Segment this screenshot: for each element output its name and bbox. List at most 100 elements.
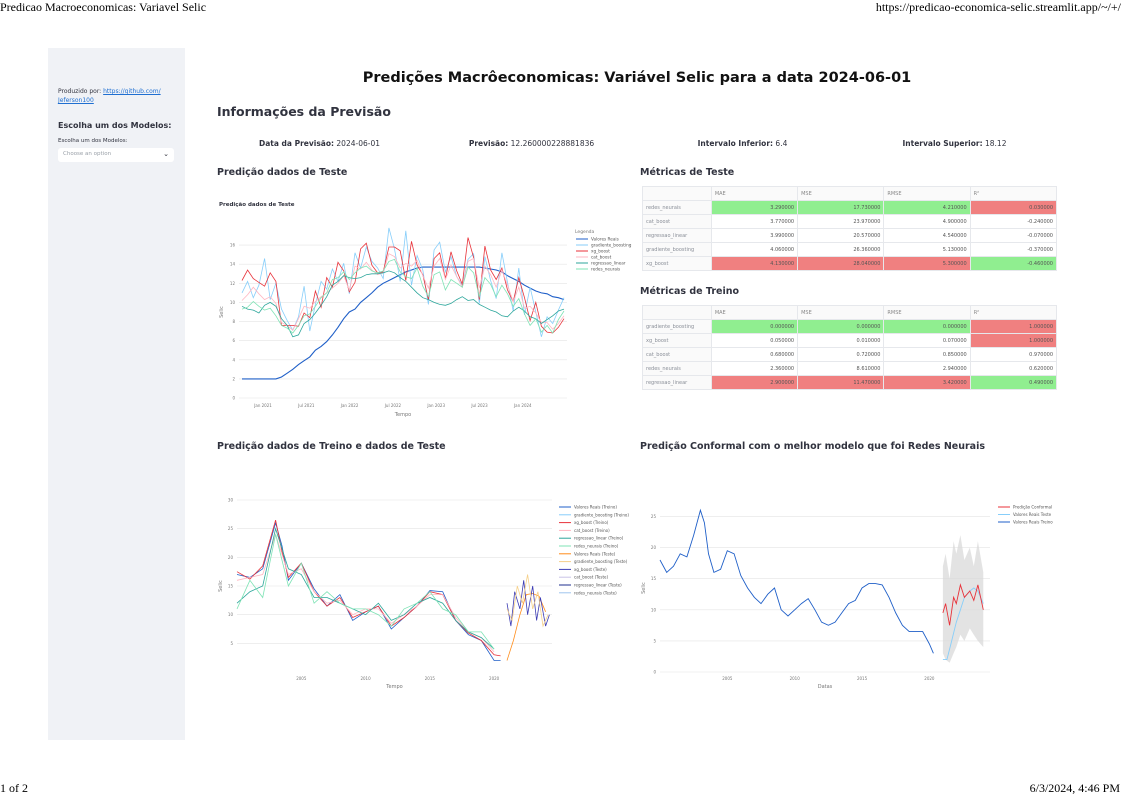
metric-cell: 1.000000: [969, 333, 1058, 348]
metric-cell: 0.000000: [883, 319, 971, 334]
x-tick-label: Jul 2023: [470, 403, 488, 408]
metric-cell: -0.370000: [969, 242, 1058, 257]
confidence-band: [942, 535, 984, 663]
test-prediction-heading: Predição dados de Teste: [217, 167, 348, 178]
series-line: [241, 237, 565, 334]
legend-label: cat_boost (Treino): [574, 528, 610, 533]
conformal-chart: 0 5 10 15 20 25 2005 2010 2015 2020 Datas Selic Pred…: [641, 505, 1053, 691]
x-axis-label: Tempo: [394, 412, 411, 418]
legend-label: xg_boost (Teste): [574, 567, 607, 572]
metric-cell: 0.000000: [710, 319, 799, 334]
x-tick-label: Jan 2021: [253, 403, 272, 408]
chevron-down-icon: ⌄: [163, 150, 169, 158]
metric-cell: 5.300000: [883, 256, 971, 271]
y-tick-label: 5: [653, 638, 656, 643]
y-tick-label: 8: [232, 319, 235, 324]
legend-label: Valores Reais Treino: [1013, 520, 1053, 525]
y-tick-label: 16: [230, 243, 236, 248]
legend-label: xg_boost: [591, 249, 610, 254]
table-row: regressao_linear 2.900000 11.470000 3.42000…: [642, 375, 1058, 390]
series-line: [506, 580, 550, 627]
row-label: redes_neurais: [642, 361, 712, 376]
x-tick-label: Jan 2022: [340, 403, 359, 408]
metric-cell: 3.770000: [710, 214, 799, 229]
metric-cell: 4.540000: [883, 228, 971, 243]
metric-cell: 8.610000: [797, 361, 885, 376]
col-header: R²: [969, 305, 1058, 320]
metric-cell: 0.050000: [710, 333, 799, 348]
page-title: Predições Macrôeconomicas: Variável Seli…: [362, 70, 912, 86]
model-select-label: Escolha um dos Modelos:: [58, 138, 128, 144]
table-row: cat_boost 0.680000 0.720000 0.850000 0.97000…: [642, 347, 1058, 362]
series-line: [506, 574, 549, 628]
produced-by-line: Produzido por: https://github.com/: [58, 88, 161, 95]
y-axis-label: Selic: [218, 580, 224, 592]
card-forecast-value: 12.260000228881836: [510, 139, 595, 148]
metric-cell: 0.680000: [710, 347, 799, 362]
col-header: MSE: [797, 186, 885, 201]
metric-cell: -0.460000: [969, 256, 1058, 271]
chart-title: Predição dados de Teste: [219, 202, 295, 208]
train-test-chart: 5 10 15 20 25 30 2005 2010 2015 2020 Tempo Selic Val…: [218, 498, 629, 691]
series-line: [659, 508, 934, 654]
legend-label: Valores Reais Teste: [1013, 512, 1052, 517]
metric-cell: 2.940000: [883, 361, 971, 376]
y-tick-label: 10: [651, 607, 657, 612]
metric-cell: 3.290000: [710, 200, 799, 215]
legend-label: regressao_linear: [591, 261, 626, 266]
user-link[interactable]: Jeferson100: [58, 97, 94, 104]
metric-cell: 0.850000: [883, 347, 971, 362]
metric-cell: 4.060000: [710, 242, 799, 257]
series-line: [241, 227, 565, 337]
train-metrics-header-row: MAE MSE RMSE R²: [642, 305, 1058, 320]
model-select[interactable]: Choose an option ⌄: [58, 148, 174, 162]
x-tick-label: 2005: [722, 676, 733, 681]
legend-label: gradiente_boosting (Teste): [574, 559, 628, 564]
series-line: [236, 527, 495, 650]
table-row: xg_boost 4.130000 28.040000 5.300000 -0.4600…: [642, 256, 1058, 271]
x-tick-label: Jan 2024: [513, 403, 532, 408]
legend-label: gradiente_boosting (Treino): [574, 512, 629, 517]
series-line: [241, 270, 565, 338]
table-row: regressao_linear 3.990000 20.570000 4.54000…: [642, 228, 1058, 243]
legend-label: regressao_linear (Teste): [574, 583, 622, 588]
index-header: [642, 305, 712, 320]
test-metrics-heading: Métricas de Teste: [640, 167, 735, 178]
col-header: R²: [969, 186, 1058, 201]
y-tick-label: 0: [232, 396, 235, 401]
x-axis-label: Datas: [818, 684, 833, 690]
x-tick-label: Jul 2021: [297, 403, 315, 408]
legend-label: Predição Conformal: [1013, 505, 1052, 510]
metric-cell: 4.210000: [883, 200, 971, 215]
y-tick-label: 15: [651, 576, 657, 581]
legend-label: cat_boost: [591, 255, 612, 260]
card-forecast: Previsão: 12.260000228881836: [429, 129, 634, 159]
x-tick-label: Jan 2023: [426, 403, 445, 408]
row-label: xg_boost: [642, 256, 712, 271]
card-forecast-date-value: 2024-06-01: [336, 139, 380, 148]
metric-cell: 0.970000: [969, 347, 1058, 362]
x-axis-label: Tempo: [385, 684, 402, 690]
conformal-heading: Predição Conformal com o melhor modelo q…: [640, 441, 986, 452]
col-header: RMSE: [883, 186, 971, 201]
y-tick-label: 25: [228, 526, 234, 531]
github-link[interactable]: https://github.com/: [103, 88, 161, 95]
metric-cell: 28.040000: [797, 256, 885, 271]
y-tick-label: 15: [228, 584, 234, 589]
metric-cell: 0.010000: [797, 333, 885, 348]
x-tick-label: 2020: [924, 676, 935, 681]
metric-cell: 5.130000: [883, 242, 971, 257]
row-label: regressao_linear: [642, 375, 712, 390]
card-upper-interval-label: Intervalo Superior:: [902, 139, 983, 148]
legend-label: regressao_linear (Treino): [574, 536, 624, 541]
x-tick-label: 2005: [296, 676, 307, 681]
table-row: gradiente_boosting 4.060000 26.360000 5.130…: [642, 242, 1058, 257]
train-test-heading: Predição dados de Treino e dados de Test…: [217, 441, 446, 452]
card-upper-interval: Intervalo Superior: 18.12: [852, 129, 1057, 159]
card-lower-interval: Intervalo Inferior: 6.4: [640, 129, 845, 159]
metric-cell: 0.070000: [883, 333, 971, 348]
x-tick-label: 2010: [360, 676, 371, 681]
y-tick-label: 2: [232, 376, 235, 381]
legend-label: cat_boost (Teste): [574, 575, 608, 580]
test-prediction-chart: Predição dados de Teste 0 2 4 6 8 10 12 14 16 Jan…: [219, 202, 632, 418]
